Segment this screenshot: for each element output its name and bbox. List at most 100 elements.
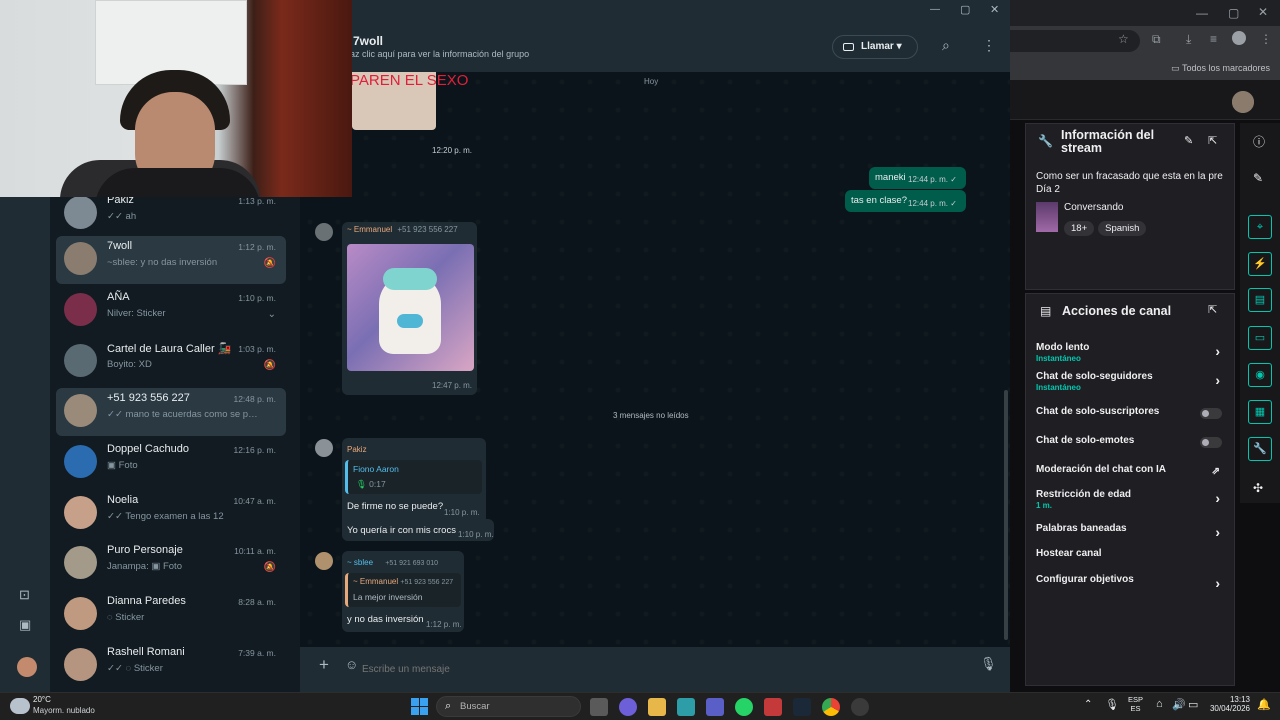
outgoing-message[interactable]: maneki 12:44 p. m. ✓ <box>869 167 966 189</box>
chat-list-item[interactable]: Pakiz 1:13 p. m. ✓✓ ah <box>56 190 286 238</box>
document-icon[interactable]: ▤ <box>1248 288 1272 312</box>
profile-avatar[interactable] <box>1232 31 1246 45</box>
menu-icon[interactable]: ⋮ <box>982 37 996 54</box>
muted-icon[interactable]: 🔕 <box>264 258 276 269</box>
weather-temp[interactable]: 20°C <box>33 695 51 704</box>
steam-icon[interactable] <box>793 698 811 716</box>
clock[interactable]: 13:13 30/04/2026 <box>1206 695 1250 713</box>
chrome-icon[interactable] <box>822 698 840 716</box>
notification-icon[interactable]: 🔔 <box>1257 698 1271 711</box>
microphone-icon[interactable]: 🎙 <box>980 656 997 672</box>
muted-icon[interactable]: 🔕 <box>264 562 276 573</box>
emoji-icon[interactable]: ☺ <box>345 657 358 672</box>
cloud-icon[interactable] <box>10 698 30 714</box>
star-icon[interactable]: ☆ <box>1118 32 1129 46</box>
lightning-icon[interactable]: ⚡ <box>1248 252 1272 276</box>
reading-list-icon[interactable]: ≡ <box>1210 32 1217 46</box>
teams-icon[interactable] <box>706 698 724 716</box>
chat-list-item[interactable]: Cartel de Laura Caller 🚂 1:03 p. m. Boyito… <box>56 338 286 386</box>
edit-icon[interactable]: ✎ <box>1184 134 1193 147</box>
whatsapp-icon[interactable] <box>735 698 753 716</box>
call-button[interactable]: Llamar ▾ <box>832 35 918 59</box>
tag-spanish[interactable]: Spanish <box>1098 221 1147 236</box>
incoming-image-message[interactable]: ~ Emmanuel +51 923 556 227 12:47 p. m. <box>342 222 477 395</box>
battery-icon[interactable]: ▭ <box>1188 698 1198 711</box>
minimize-icon[interactable]: — <box>1196 6 1208 20</box>
chat-list-item[interactable]: Doppel Cachudo 12:16 p. m. ▣ Foto <box>56 439 286 487</box>
close-icon[interactable]: ✕ <box>1258 5 1268 19</box>
app-icon[interactable] <box>764 698 782 716</box>
terminal-icon[interactable] <box>677 698 695 716</box>
ai-moderation-row[interactable]: Moderación del chat con IA ⇗ <box>1036 464 1224 477</box>
host-channel-row[interactable]: Hostear canal <box>1036 548 1224 559</box>
chat-list-item[interactable]: Rashell Romani 7:39 a. m. ✓✓ ◌ Sticker <box>56 642 286 690</box>
layout-icon[interactable]: ▦ <box>1248 400 1272 424</box>
chat-list-item[interactable]: AÑA 1:10 p. m. Nilver: Sticker ⌄ <box>56 287 286 335</box>
weather-desc[interactable]: Mayorm. nublado <box>33 706 95 715</box>
profile-avatar[interactable] <box>17 657 37 677</box>
age-restriction-row[interactable]: Restricción de edad 1 m. › <box>1036 489 1224 510</box>
chat-list-item[interactable]: Dianna Paredes 8:28 a. m. ◌ Sticker <box>56 591 286 639</box>
sender-avatar[interactable] <box>315 439 333 457</box>
close-icon[interactable]: ✕ <box>990 3 999 16</box>
archive-icon[interactable]: ⊡ <box>19 587 30 603</box>
chevron-up-icon[interactable]: ⌃ <box>1084 699 1092 710</box>
popout-icon[interactable]: ⇱ <box>1208 303 1217 316</box>
message-input[interactable] <box>362 655 972 683</box>
quoted-message[interactable]: Fiono Aaron 🎙 0:17 <box>345 460 482 494</box>
incoming-message[interactable]: Yo quería ir con mis crocs 1:10 p. m. <box>342 519 494 541</box>
maximize-icon[interactable]: ▢ <box>1228 6 1239 20</box>
clip-icon[interactable]: ⌖ <box>1248 215 1272 239</box>
extensions-icon[interactable]: ✣ <box>1253 481 1263 495</box>
sender-avatar[interactable] <box>315 552 333 570</box>
popout-icon[interactable]: ⇱ <box>1208 134 1217 147</box>
chevron-down-icon[interactable]: ⌄ <box>268 309 276 320</box>
scrollbar[interactable] <box>1004 390 1008 640</box>
chat-header[interactable]: 7woll az clic aquí para ver la informaci… <box>300 22 1010 72</box>
language-indicator[interactable]: ESP ES <box>1128 695 1143 713</box>
network-icon[interactable]: ⌂ <box>1156 698 1163 710</box>
category-boxart[interactable] <box>1036 202 1058 232</box>
chat-list-item[interactable]: Puro Personaje 10:11 a. m. Janampa: ▣ Foto… <box>56 540 286 588</box>
search-icon[interactable]: ⌕ <box>942 37 950 54</box>
minimize-icon[interactable]: — <box>930 4 940 15</box>
task-view-icon[interactable] <box>590 698 608 716</box>
obs-icon[interactable] <box>851 698 869 716</box>
chat-list-item[interactable]: 7woll 1:12 p. m. ~sblee: y no das inversió… <box>56 236 286 284</box>
chat-list-item[interactable]: +51 923 556 227 12:48 p. m. ✓✓ mano te acu… <box>56 388 286 436</box>
chat-icon[interactable]: ▭ <box>1248 326 1272 350</box>
slow-mode-row[interactable]: Modo lento Instantáneo › <box>1036 342 1224 363</box>
incoming-message[interactable]: ~ sblee +51 921 693 010 ~ Emmanuel +51 9… <box>342 551 464 632</box>
file-explorer-icon[interactable] <box>648 698 666 716</box>
all-bookmarks-link[interactable]: Todos los marcadores <box>1182 63 1270 73</box>
shared-image[interactable] <box>347 244 474 371</box>
microphone-icon[interactable]: 🎙 <box>1105 698 1119 711</box>
muted-icon[interactable]: 🔕 <box>264 360 276 371</box>
attach-icon[interactable]: + <box>319 655 329 675</box>
category-name[interactable]: Conversando <box>1064 202 1123 213</box>
chat-list-item[interactable]: Noelia 10:47 a. m. ✓✓ Tengo examen a las 1… <box>56 490 286 538</box>
volume-icon[interactable]: 🔊 <box>1172 698 1186 711</box>
subscribers-only-toggle[interactable] <box>1200 408 1222 419</box>
extensions-icon[interactable]: ⧉ <box>1152 32 1161 47</box>
emotes-only-toggle[interactable] <box>1200 437 1222 448</box>
followers-only-row[interactable]: Chat de solo-seguidores Instantáneo › <box>1036 371 1224 392</box>
media-icon[interactable]: ▣ <box>19 617 31 633</box>
pencil-icon[interactable]: ✎ <box>1253 171 1263 185</box>
tag-18plus[interactable]: 18+ <box>1064 221 1095 236</box>
browser-menu-icon[interactable]: ⋮ <box>1260 32 1272 46</box>
quoted-message[interactable]: ~ Emmanuel +51 923 556 227 La mejor inve… <box>345 573 461 607</box>
wrench-icon[interactable]: 🔧 <box>1248 437 1272 461</box>
twitch-user-avatar[interactable] <box>1232 91 1254 113</box>
discord-icon[interactable] <box>619 698 637 716</box>
banned-words-row[interactable]: Palabras baneadas › <box>1036 523 1224 540</box>
outgoing-message[interactable]: tas en clase? 12:44 p. m. ✓ <box>845 190 966 212</box>
sender-avatar[interactable] <box>315 223 333 241</box>
start-button[interactable] <box>411 698 428 715</box>
taskbar-search[interactable]: ⌕ Buscar <box>436 696 581 717</box>
maximize-icon[interactable]: ▢ <box>960 3 970 16</box>
broadcast-icon[interactable]: ◉ <box>1248 363 1272 387</box>
goals-row[interactable]: Configurar objetivos › <box>1036 574 1224 591</box>
download-icon[interactable]: ⤓ <box>1186 32 1191 47</box>
info-icon[interactable]: ⓘ <box>1253 133 1265 150</box>
